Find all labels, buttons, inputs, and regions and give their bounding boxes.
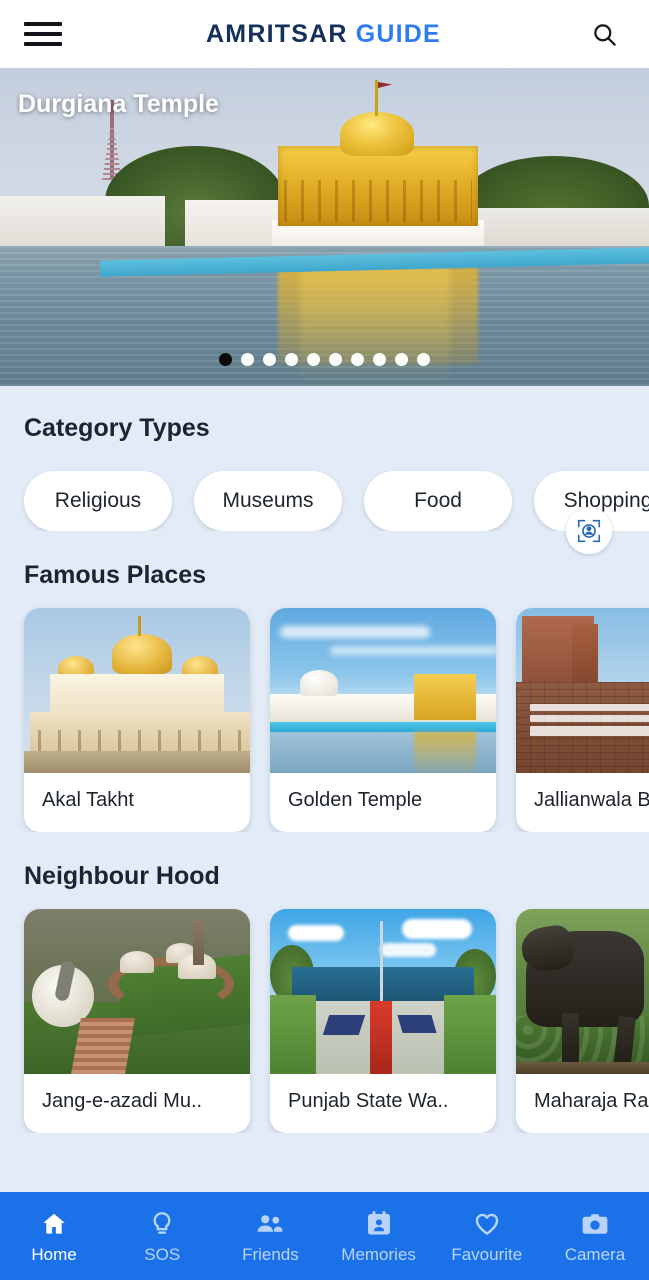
nav-item-label: SOS bbox=[144, 1245, 181, 1264]
bottom-navigation-bar: Home SOS Friends Memories Favourite Camera bbox=[0, 1192, 649, 1280]
famous-place-card[interactable]: Akal Takht bbox=[24, 608, 250, 832]
carousel-dots[interactable] bbox=[0, 353, 649, 366]
hero-title: Durgiana Temple bbox=[18, 90, 219, 118]
card-thumbnail-image bbox=[270, 909, 496, 1074]
hamburger-bar bbox=[24, 32, 62, 36]
search-icon[interactable] bbox=[585, 14, 625, 54]
home-icon bbox=[40, 1209, 68, 1239]
card-thumbnail-image bbox=[24, 608, 250, 773]
neighbour-hood-card[interactable]: Punjab State Wa.. bbox=[270, 909, 496, 1133]
category-chip-label: Religious bbox=[54, 489, 142, 512]
nav-item-friends[interactable]: Friends bbox=[216, 1209, 324, 1263]
nav-item-memories[interactable]: Memories bbox=[325, 1209, 433, 1263]
card-thumbnail-image bbox=[24, 909, 250, 1074]
nav-item-label: Memories bbox=[341, 1245, 416, 1264]
heart-icon bbox=[472, 1209, 502, 1239]
card-label: Maharaja Ran bbox=[534, 1090, 649, 1112]
neighbour-hood-card-list[interactable]: Jang-e-azadi Mu.. Punjab State Wa.. Mahara… bbox=[0, 891, 649, 1133]
card-label: Jang-e-azadi Mu.. bbox=[42, 1090, 203, 1112]
hamburger-menu-icon[interactable] bbox=[24, 19, 62, 49]
app-header: AMRITSAR GUIDE bbox=[0, 0, 649, 68]
nav-item-sos[interactable]: SOS bbox=[108, 1209, 216, 1263]
section-title-neighbour-hood: Neighbour Hood bbox=[24, 862, 220, 890]
category-chip-museums[interactable]: Museums bbox=[194, 471, 342, 531]
carousel-dot-2[interactable] bbox=[241, 353, 254, 366]
nav-item-label: Friends bbox=[242, 1245, 299, 1264]
section-title-category-types: Category Types bbox=[24, 414, 210, 442]
carousel-dot-9[interactable] bbox=[395, 353, 408, 366]
lightbulb-icon bbox=[148, 1209, 176, 1239]
category-chip-food[interactable]: Food bbox=[364, 471, 512, 531]
nav-item-label: Home bbox=[31, 1245, 77, 1264]
category-chip-religious[interactable]: Religious bbox=[24, 471, 172, 531]
neighbour-hood-card[interactable]: Maharaja Ran bbox=[516, 909, 649, 1133]
contact-card-icon bbox=[366, 1209, 392, 1239]
accessibility-person-frame-icon[interactable] bbox=[566, 508, 612, 554]
category-chip-label: Museums bbox=[222, 489, 314, 512]
nav-item-label: Favourite bbox=[451, 1245, 523, 1264]
card-label: Punjab State Wa.. bbox=[288, 1090, 449, 1112]
famous-place-card[interactable]: Jallianwala Ba bbox=[516, 608, 649, 832]
hamburger-bar bbox=[24, 22, 62, 26]
brand-guide: GUIDE bbox=[355, 19, 441, 48]
carousel-dot-4[interactable] bbox=[285, 353, 298, 366]
card-thumbnail-image bbox=[516, 909, 649, 1074]
famous-place-card[interactable]: Golden Temple bbox=[270, 608, 496, 832]
nav-item-favourite[interactable]: Favourite bbox=[433, 1209, 541, 1263]
carousel-dot-10[interactable] bbox=[417, 353, 430, 366]
card-thumbnail-image bbox=[270, 608, 496, 773]
section-title-famous-places: Famous Places bbox=[24, 561, 207, 589]
nav-item-label: Camera bbox=[564, 1245, 626, 1264]
card-label: Akal Takht bbox=[42, 789, 134, 811]
app-root: AMRITSAR GUIDE Durgiana Temple Category … bbox=[0, 0, 649, 1280]
carousel-dot-8[interactable] bbox=[373, 353, 386, 366]
nav-item-camera[interactable]: Camera bbox=[541, 1209, 649, 1263]
carousel-dot-6[interactable] bbox=[329, 353, 342, 366]
neighbour-hood-card[interactable]: Jang-e-azadi Mu.. bbox=[24, 909, 250, 1133]
card-label: Jallianwala Ba bbox=[534, 789, 649, 811]
camera-icon bbox=[580, 1209, 610, 1239]
carousel-dot-5[interactable] bbox=[307, 353, 320, 366]
carousel-dot-7[interactable] bbox=[351, 353, 364, 366]
famous-places-card-list[interactable]: Akal Takht Golden Temple Jallianwala Ba bbox=[0, 590, 649, 832]
category-chip-list[interactable]: Religious Museums Food Shopping bbox=[0, 443, 649, 531]
category-chip-label: Shopping bbox=[563, 489, 649, 512]
category-chip-label: Food bbox=[414, 489, 462, 512]
people-icon bbox=[255, 1209, 285, 1239]
brand-amritsar: AMRITSAR bbox=[206, 19, 348, 48]
nav-item-home[interactable]: Home bbox=[0, 1209, 108, 1263]
card-label: Golden Temple bbox=[288, 789, 423, 811]
app-title: AMRITSAR GUIDE bbox=[206, 20, 441, 49]
hero-carousel[interactable]: Durgiana Temple bbox=[0, 68, 649, 386]
carousel-dot-3[interactable] bbox=[263, 353, 276, 366]
hamburger-bar bbox=[24, 42, 62, 46]
card-thumbnail-image bbox=[516, 608, 649, 773]
carousel-dot-1[interactable] bbox=[219, 353, 232, 366]
